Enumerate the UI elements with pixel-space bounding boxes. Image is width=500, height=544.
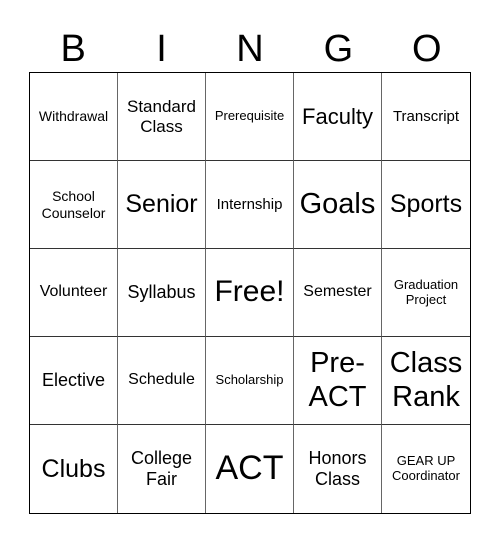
header-letter-n: N (236, 28, 264, 70)
header-letter-o: O (411, 28, 442, 70)
bingo-cell[interactable]: School Counselor (30, 161, 118, 249)
bingo-cell[interactable]: Volunteer (30, 249, 118, 337)
bingo-cell[interactable]: Senior (118, 161, 206, 249)
bingo-cell[interactable]: Internship (206, 161, 294, 249)
bingo-cell[interactable]: Scholarship (206, 337, 294, 425)
bingo-cell[interactable]: Transcript (382, 73, 470, 161)
bingo-cell[interactable]: Syllabus (118, 249, 206, 337)
bingo-cell[interactable]: Clubs (30, 425, 118, 513)
bingo-cell[interactable]: Elective (30, 337, 118, 425)
bingo-grid: Withdrawal Standard Class Prerequisite F… (29, 72, 471, 514)
bingo-cell[interactable]: ACT (206, 425, 294, 513)
bingo-cell[interactable]: College Fair (118, 425, 206, 513)
bingo-cell[interactable]: Faculty (294, 73, 382, 161)
bingo-cell[interactable]: Pre-ACT (294, 337, 382, 425)
bingo-cell[interactable]: Prerequisite (206, 73, 294, 161)
header-letter-i: I (156, 28, 167, 70)
header-letter-g: G (323, 28, 354, 70)
bingo-cell[interactable]: Standard Class (118, 73, 206, 161)
bingo-cell[interactable]: Sports (382, 161, 470, 249)
bingo-cell[interactable]: GEAR UP Coordinator (382, 425, 470, 513)
bingo-header: B I N G O (29, 25, 471, 73)
bingo-cell[interactable]: Goals (294, 161, 382, 249)
header-letter-b: B (60, 28, 86, 70)
bingo-cell[interactable]: Schedule (118, 337, 206, 425)
bingo-cell[interactable]: Graduation Project (382, 249, 470, 337)
bingo-cell[interactable]: Semester (294, 249, 382, 337)
bingo-cell[interactable]: Withdrawal (30, 73, 118, 161)
bingo-cell-free[interactable]: Free! (206, 249, 294, 337)
bingo-cell[interactable]: Class Rank (382, 337, 470, 425)
bingo-cell[interactable]: Honors Class (294, 425, 382, 513)
